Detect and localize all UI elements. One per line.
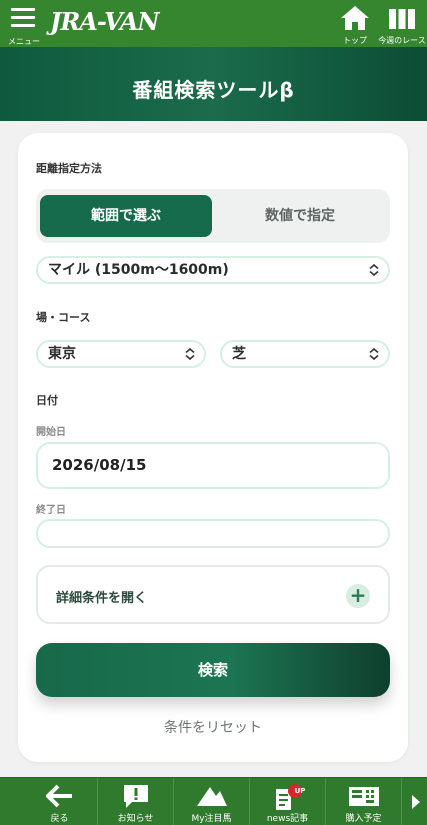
- nav-news-articles-label: news記事: [266, 814, 309, 824]
- nav-purchase-plan-label: 購入予定: [345, 814, 382, 824]
- nav-notice[interactable]: お知らせ: [98, 778, 174, 825]
- search-button[interactable]: 検索: [36, 643, 390, 697]
- ticket-icon: [348, 787, 379, 806]
- mountain-icon: [196, 787, 227, 806]
- select-chevron-icon: [185, 348, 195, 360]
- venue-select[interactable]: 東京: [36, 340, 206, 368]
- menu-button[interactable]: メニュー: [6, 5, 42, 46]
- course-select-value: 芝: [232, 346, 246, 362]
- columns-icon: [389, 9, 415, 29]
- value-mode-button[interactable]: 数値で指定: [214, 195, 386, 237]
- venue-section-label: 場・コース: [36, 311, 91, 324]
- distance-select[interactable]: マイル (1500m〜1600m): [36, 256, 390, 284]
- news-up-badge: UP: [294, 787, 306, 795]
- this-week-races-button[interactable]: 今週のレース: [377, 5, 427, 45]
- nav-news-articles[interactable]: UP news記事: [250, 778, 326, 825]
- nav-my-horses-label: My注目馬: [191, 814, 232, 824]
- start-date-value: 2026/08/15: [52, 456, 147, 474]
- end-date-label: 終了日: [36, 505, 66, 516]
- advanced-conditions-label: 詳細条件を開く: [56, 591, 148, 606]
- jra-van-logo[interactable]: JRA-VAN: [50, 7, 159, 36]
- search-form-card: 距離指定方法 範囲で選ぶ 数値で指定 マイル (1500m〜1600m) 場・コ…: [18, 133, 408, 762]
- course-select[interactable]: 芝: [220, 340, 390, 368]
- venue-select-value: 東京: [48, 346, 76, 362]
- title-band: 番組検索ツールβ: [0, 47, 427, 121]
- nav-back[interactable]: 戻る: [22, 778, 98, 825]
- end-date-input[interactable]: [36, 519, 390, 548]
- page-title: 番組検索ツールβ: [132, 78, 295, 102]
- start-date-label: 開始日: [36, 427, 66, 438]
- chevron-right-icon: [412, 795, 420, 809]
- range-mode-button[interactable]: 範囲で選ぶ: [40, 195, 212, 237]
- distance-mode-segmented-control: 範囲で選ぶ 数値で指定: [36, 189, 390, 243]
- menu-label: メニュー: [8, 37, 40, 46]
- top-header: メニュー JRA-VAN トップ 今週のレース: [0, 0, 427, 47]
- notice-icon: [123, 785, 148, 808]
- reset-conditions-link[interactable]: 条件をリセット: [18, 717, 408, 737]
- nav-notice-label: お知らせ: [117, 814, 154, 824]
- nav-my-horses[interactable]: My注目馬: [174, 778, 250, 825]
- arrow-left-icon: [45, 784, 72, 808]
- select-chevron-icon: [369, 348, 379, 360]
- date-section-label: 日付: [36, 394, 58, 407]
- home-label: トップ: [343, 36, 367, 45]
- home-button[interactable]: トップ: [335, 5, 375, 45]
- nav-back-label: 戻る: [50, 814, 69, 824]
- hamburger-icon: [11, 8, 35, 32]
- distance-select-value: マイル (1500m〜1600m): [48, 262, 229, 278]
- home-icon: [341, 6, 369, 30]
- plus-icon: +: [346, 584, 370, 608]
- nav-purchase-plan[interactable]: 購入予定: [326, 778, 402, 825]
- nav-scroll-right-button[interactable]: [402, 778, 427, 825]
- advanced-conditions-toggle[interactable]: 詳細条件を開く +: [36, 565, 390, 624]
- distance-section-label: 距離指定方法: [36, 162, 102, 175]
- select-chevron-icon: [369, 264, 379, 276]
- race-label: 今週のレース: [378, 36, 426, 45]
- start-date-input[interactable]: 2026/08/15: [36, 442, 390, 489]
- bottom-nav: 戻る お知らせ My注目馬 UP news記事 購入予定: [0, 777, 427, 825]
